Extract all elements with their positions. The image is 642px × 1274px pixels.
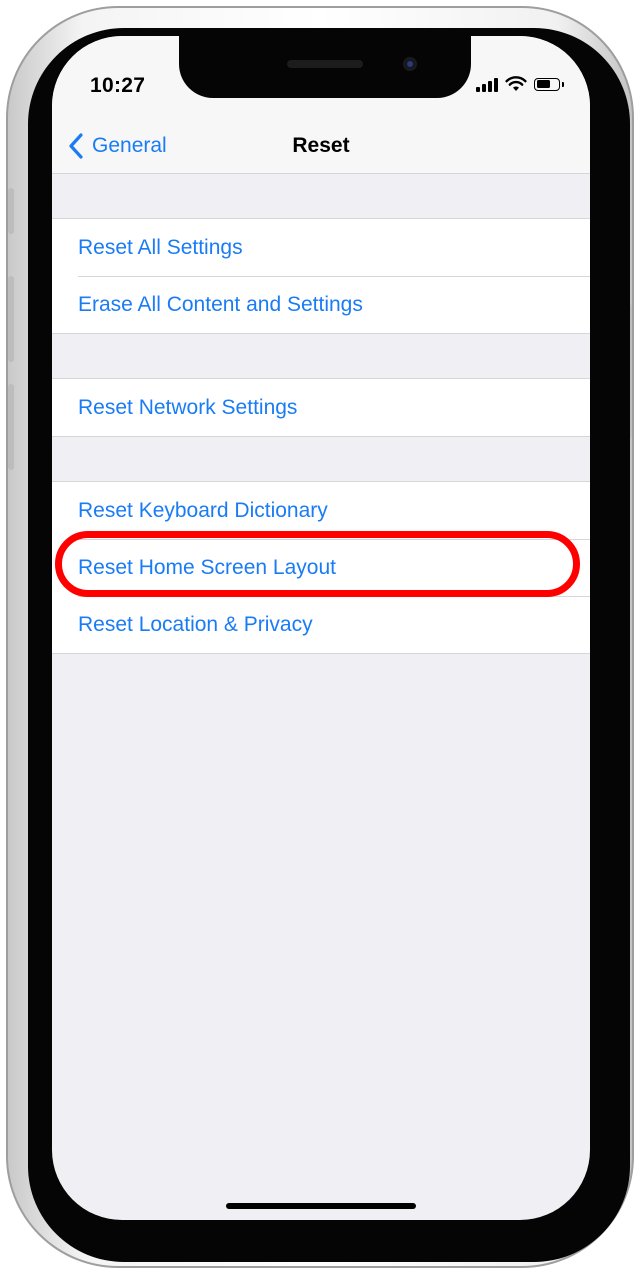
reset-location-privacy-button[interactable]: Reset Location & Privacy — [52, 596, 590, 653]
settings-group-network: Reset Network Settings — [52, 378, 590, 437]
battery-icon — [534, 77, 564, 91]
status-time: 10:27 — [90, 74, 146, 97]
reset-network-settings-button[interactable]: Reset Network Settings — [52, 379, 590, 436]
silent-switch — [8, 188, 14, 234]
settings-group-general-reset: Reset All Settings Erase All Content and… — [52, 218, 590, 334]
status-icons — [476, 76, 564, 92]
reset-keyboard-dictionary-button[interactable]: Reset Keyboard Dictionary — [52, 482, 590, 539]
battery-level — [536, 80, 550, 88]
navigation-bar: General Reset — [52, 118, 590, 174]
screen: 10:27 General Reset Reset All Settings E… — [52, 36, 590, 1220]
settings-group-other: Reset Keyboard Dictionary Reset Home Scr… — [52, 481, 590, 654]
front-camera — [403, 57, 417, 71]
wifi-icon — [505, 76, 527, 91]
cellular-signal-icon — [476, 76, 498, 92]
volume-up-button — [8, 276, 14, 362]
earpiece-speaker — [287, 60, 363, 68]
page-title: Reset — [292, 134, 350, 157]
notch — [179, 36, 471, 98]
volume-down-button — [8, 384, 14, 470]
home-indicator[interactable] — [226, 1203, 416, 1209]
reset-home-screen-layout-button[interactable]: Reset Home Screen Layout — [52, 539, 590, 596]
erase-all-content-button[interactable]: Erase All Content and Settings — [52, 276, 590, 333]
reset-all-settings-button[interactable]: Reset All Settings — [52, 219, 590, 276]
